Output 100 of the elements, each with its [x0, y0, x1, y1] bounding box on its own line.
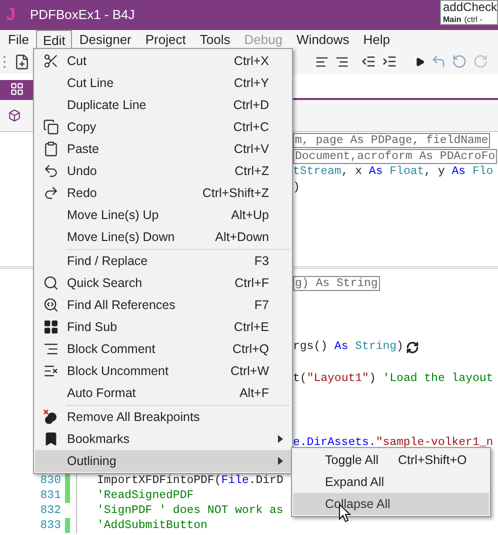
code-line: 'ReadSignedPDF — [97, 488, 194, 504]
code-line: 'AddSubmitButton — [97, 518, 208, 534]
menu-option[interactable]: Block Comment Ctrl+Q — [35, 338, 291, 360]
menu-item[interactable]: File — [1, 30, 36, 49]
menu-option[interactable]: Outlining — [35, 450, 291, 472]
menu-option[interactable]: Duplicate Line Ctrl+D — [35, 94, 291, 116]
tooltip-hint: (ctrl - — [464, 14, 482, 26]
code-line: t("Layout1") 'Load the layout — [293, 372, 494, 386]
grid-icon — [43, 319, 59, 335]
menu-label: Block Comment — [67, 340, 156, 358]
menu-label: Find All References — [67, 296, 176, 314]
shortcut-label: F7 — [254, 296, 269, 314]
menu-option[interactable]: Bookmarks — [35, 428, 291, 450]
menu-option[interactable]: Find / Replace F3 — [35, 250, 291, 272]
menu-item[interactable]: Tools — [192, 30, 238, 49]
menu-label: Auto Format — [67, 384, 136, 402]
code-line: rgs() As String) — [293, 340, 404, 354]
menu-label: Remove All Breakpoints — [67, 408, 200, 426]
menu-option[interactable]: Auto Format Alt+F — [35, 382, 291, 404]
menu-label: Expand All — [325, 474, 386, 491]
redo-icon — [43, 185, 59, 201]
menu-option[interactable]: Find All References F7 — [35, 294, 291, 316]
comment-icon[interactable] — [315, 54, 329, 68]
clipboard-icon — [43, 141, 59, 157]
shortcut-label: Ctrl+Q — [232, 340, 269, 358]
menu-label: Duplicate Line — [67, 96, 146, 114]
shortcut-label: Ctrl+X — [234, 52, 269, 70]
menu-option[interactable]: Collapse All — [293, 493, 489, 515]
shortcut-label: Ctrl+Shift+O — [398, 452, 467, 469]
menu-option[interactable]: Paste Ctrl+V — [35, 138, 291, 160]
code-line: 'SignPDF ' does NOT work as — [97, 502, 284, 519]
indent-icon[interactable] — [382, 54, 397, 69]
menu-option[interactable]: Cut Ctrl+X — [35, 50, 291, 72]
app-logo: J — [6, 4, 16, 26]
menu-label: Copy — [67, 118, 96, 136]
menu-label: Collapse All — [325, 496, 392, 513]
undo-icon — [43, 163, 59, 179]
line-number: 833 — [39, 518, 62, 534]
menu-label: Move Line(s) Up — [67, 206, 159, 224]
menu-item[interactable]: Designer — [72, 30, 138, 49]
menu-item[interactable]: Project — [138, 30, 193, 49]
menu-option[interactable]: Cut Line Ctrl+Y — [35, 72, 291, 94]
tooltip-title: addCheck — [443, 1, 497, 14]
menu-option[interactable]: Quick Search Ctrl+F — [35, 272, 291, 294]
tooltip-module: Main — [443, 14, 462, 26]
menu-option[interactable]: Redo Ctrl+Shift+Z — [35, 182, 291, 204]
line-number: 831 — [39, 488, 62, 504]
menu-item[interactable]: Help — [356, 30, 398, 49]
menu-option[interactable]: Copy Ctrl+C — [35, 116, 291, 138]
menu-item[interactable]: Windows — [290, 30, 356, 49]
shortcut-label: Alt+F — [239, 384, 269, 402]
code-line: tStream, x As Float, y As Flo — [293, 165, 494, 179]
menu-label: Block Uncomment — [67, 362, 168, 380]
line-number: 830 — [39, 472, 62, 489]
copy-icon — [43, 119, 59, 135]
outdent-icon[interactable] — [361, 54, 376, 69]
menu-option[interactable]: Expand All — [293, 471, 489, 493]
shortcut-label: Ctrl+V — [234, 140, 269, 158]
menu-option[interactable]: Remove All Breakpoints — [35, 406, 291, 428]
play-icon[interactable] — [415, 56, 425, 66]
shortcut-label: Ctrl+D — [233, 96, 269, 114]
menu-option[interactable]: Undo Ctrl+Z — [35, 160, 291, 182]
cube-icon[interactable] — [8, 109, 21, 122]
shortcut-label: Ctrl+Z — [234, 162, 269, 180]
new-file-icon[interactable] — [14, 54, 30, 70]
code-line: ) — [293, 181, 300, 195]
menu-label: Outlining — [67, 452, 116, 470]
scissors-icon — [43, 53, 59, 69]
lines-icon — [43, 363, 59, 379]
menu-item[interactable]: Edit — [36, 30, 72, 49]
layout-icon — [10, 82, 24, 96]
menu-option[interactable]: Toggle All Ctrl+Shift+O — [293, 449, 489, 471]
menu-option[interactable]: Move Line(s) Up Alt+Up — [35, 204, 291, 226]
menu-option[interactable]: Move Line(s) Down Alt+Down — [35, 226, 291, 248]
code-line: ImportXFDFintoPDF(File.DirD — [97, 472, 284, 489]
line-number: 832 — [39, 502, 62, 519]
menu-label: Paste — [67, 140, 99, 158]
uncomment-icon[interactable] — [335, 54, 349, 68]
breakpoints-icon — [43, 409, 59, 425]
menu-label: Cut Line — [67, 74, 114, 92]
shortcut-label: Ctrl+Shift+Z — [202, 184, 269, 202]
refresh-icon[interactable] — [406, 340, 420, 354]
shortcut-label: Ctrl+C — [233, 118, 269, 136]
menu-label: Find Sub — [67, 318, 118, 336]
code-line: e.DirAssets."sample-volker1_n — [293, 436, 494, 450]
menu-option[interactable]: Find Sub Ctrl+E — [35, 316, 291, 338]
submenu-arrow-icon — [278, 457, 282, 465]
search-icon — [43, 275, 59, 291]
window-title: PDFBoxEx1 - B4J — [30, 6, 135, 24]
grip-icon — [3, 54, 6, 68]
menu-option[interactable]: Block Uncomment Ctrl+W — [35, 360, 291, 382]
menu-label: Toggle All — [325, 452, 380, 469]
shortcut-label: Ctrl+Y — [234, 74, 269, 92]
shortcut-label: F3 — [254, 252, 269, 270]
submenu-arrow-icon — [278, 435, 282, 443]
panel-tab[interactable] — [0, 80, 33, 98]
menu-label: Move Line(s) Down — [67, 228, 175, 246]
menu-label: Cut — [67, 52, 86, 70]
menu-label: Find / Replace — [67, 252, 148, 270]
menu-label: Redo — [67, 184, 97, 202]
